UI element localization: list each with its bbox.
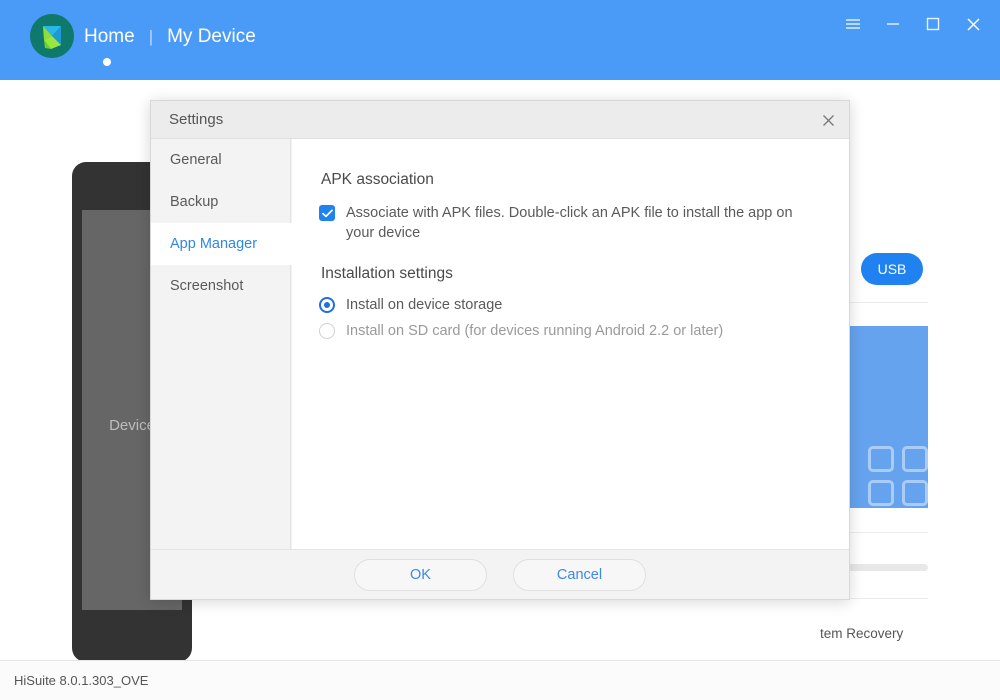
dialog-header: Settings bbox=[151, 101, 849, 139]
nav-item-home[interactable]: Home bbox=[84, 26, 135, 48]
section-title-installation-settings: Installation settings bbox=[321, 265, 453, 282]
sidebar-item-app-manager[interactable]: App Manager bbox=[151, 223, 292, 265]
system-recovery-label[interactable]: tem Recovery bbox=[820, 626, 903, 641]
menu-icon[interactable] bbox=[836, 10, 870, 38]
apk-association-checkbox-row[interactable]: Associate with APK files. Double-click a… bbox=[319, 203, 819, 243]
application-window: Home | My Device Device USB tem Recovery… bbox=[0, 0, 1000, 700]
version-label: HiSuite 8.0.1.303_OVE bbox=[14, 673, 149, 688]
nav-separator: | bbox=[148, 27, 154, 46]
cancel-button[interactable]: Cancel bbox=[513, 558, 646, 591]
dialog-content: APK association Associate with APK files… bbox=[292, 139, 849, 549]
install-device-storage-label: Install on device storage bbox=[346, 297, 503, 313]
sidebar-item-backup[interactable]: Backup bbox=[151, 181, 290, 223]
sidebar-item-screenshot[interactable]: Screenshot bbox=[151, 265, 290, 307]
apk-association-label: Associate with APK files. Double-click a… bbox=[346, 205, 793, 241]
install-sd-card-row[interactable]: Install on SD card (for devices running … bbox=[319, 321, 819, 341]
sidebar-item-general[interactable]: General bbox=[151, 139, 290, 181]
window-controls bbox=[836, 10, 990, 38]
nav-active-indicator bbox=[103, 58, 111, 66]
dialog-footer: OK Cancel bbox=[151, 549, 849, 599]
radio-icon-unselected[interactable] bbox=[319, 323, 335, 339]
ok-button[interactable]: OK bbox=[354, 558, 487, 591]
main-navigation: Home | My Device bbox=[84, 26, 256, 48]
install-sd-card-label: Install on SD card (for devices running … bbox=[346, 323, 724, 339]
dialog-title: Settings bbox=[169, 111, 224, 128]
close-icon[interactable] bbox=[815, 108, 841, 132]
title-bar: Home | My Device bbox=[0, 0, 1000, 80]
radio-icon-selected[interactable] bbox=[319, 297, 335, 313]
section-title-apk-association: APK association bbox=[321, 171, 434, 188]
status-bar: HiSuite 8.0.1.303_OVE bbox=[0, 660, 1000, 700]
install-device-storage-row[interactable]: Install on device storage bbox=[319, 295, 819, 315]
dialog-sidebar: General Backup App Manager Screenshot bbox=[151, 139, 292, 549]
apps-grid-icon bbox=[868, 446, 928, 506]
settings-dialog: Settings General Backup App Manager Scre… bbox=[150, 100, 850, 600]
usb-connection-badge[interactable]: USB bbox=[861, 253, 923, 285]
checkbox-icon[interactable] bbox=[319, 205, 335, 221]
hisuite-logo-icon bbox=[30, 14, 74, 58]
maximize-icon[interactable] bbox=[916, 10, 950, 38]
nav-item-my-device[interactable]: My Device bbox=[167, 26, 256, 48]
close-icon[interactable] bbox=[956, 10, 990, 38]
minimize-icon[interactable] bbox=[876, 10, 910, 38]
